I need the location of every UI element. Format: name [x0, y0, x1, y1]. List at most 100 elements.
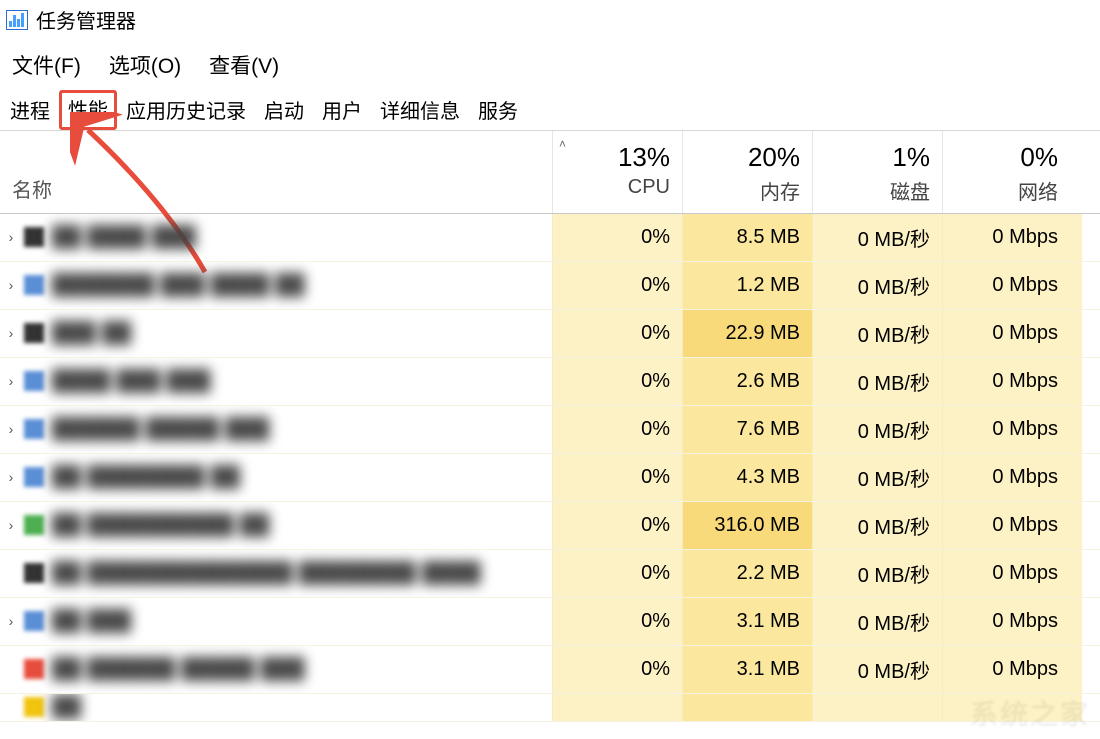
net-cell [942, 694, 1082, 721]
process-name-blurred: ██ ████ ███ [52, 226, 196, 249]
cpu-cell: 0% [552, 646, 682, 693]
disk-cell: 0 MB/秒 [812, 310, 942, 357]
table-row[interactable]: › ██████ █████ ███ 0% 7.6 MB 0 MB/秒 0 Mb… [0, 406, 1100, 454]
process-name-blurred: ██ ██████████████ ████████ ████ [52, 562, 481, 585]
cpu-cell: 0% [552, 550, 682, 597]
table-row[interactable]: › ███ ██ 0% 22.9 MB 0 MB/秒 0 Mbps [0, 310, 1100, 358]
expand-toggle[interactable] [0, 550, 18, 597]
disk-cell: 0 MB/秒 [812, 502, 942, 549]
sort-caret-icon: ˄ [559, 137, 634, 151]
menu-file[interactable]: 文件(F) [12, 50, 81, 80]
disk-cell: 0 MB/秒 [812, 262, 942, 309]
table-row[interactable]: › ████ ███ ███ 0% 2.6 MB 0 MB/秒 0 Mbps [0, 358, 1100, 406]
tab-startup[interactable]: 启动 [255, 90, 313, 130]
mem-label: 内存 [683, 176, 800, 205]
process-name-cell: ██ ██████ █████ ███ [18, 646, 552, 693]
process-name-cell: ██ ████████ ██ [18, 454, 552, 501]
column-memory[interactable]: 20% 内存 [682, 131, 812, 213]
mem-cell: 3.1 MB [682, 646, 812, 693]
cpu-cell: 0% [552, 502, 682, 549]
tabstrip: 进程 性能 应用历史记录 启动 用户 详细信息 服务 [0, 90, 1100, 131]
mem-cell: 1.2 MB [682, 262, 812, 309]
menubar: 文件(F) 选项(O) 查看(V) [0, 38, 1100, 90]
process-icon [24, 563, 44, 583]
expand-toggle[interactable]: › [0, 454, 18, 501]
process-icon [24, 659, 44, 679]
table-row[interactable]: ██ ██████ █████ ███ 0% 3.1 MB 0 MB/秒 0 M… [0, 646, 1100, 694]
expand-toggle[interactable]: › [0, 262, 18, 309]
net-cell: 0 Mbps [942, 310, 1082, 357]
tab-performance[interactable]: 性能 [59, 90, 117, 130]
table-row[interactable]: ██ [0, 694, 1100, 722]
net-cell: 0 Mbps [942, 598, 1082, 645]
tab-app-history[interactable]: 应用历史记录 [117, 90, 255, 130]
table-row[interactable]: › ██ ████ ███ 0% 8.5 MB 0 MB/秒 0 Mbps [0, 214, 1100, 262]
cpu-cell: 0% [552, 406, 682, 453]
net-percent: 0% [943, 143, 1058, 172]
tab-processes[interactable]: 进程 [1, 90, 59, 130]
disk-cell: 0 MB/秒 [812, 406, 942, 453]
mem-cell: 316.0 MB [682, 502, 812, 549]
expand-toggle[interactable] [0, 694, 18, 721]
disk-cell: 0 MB/秒 [812, 358, 942, 405]
disk-percent: 1% [813, 143, 930, 172]
process-name-blurred: ██ ████████ ██ [52, 466, 240, 489]
table-row[interactable]: › ██ ██████████ ██ 0% 316.0 MB 0 MB/秒 0 … [0, 502, 1100, 550]
process-name-blurred: ███ ██ [52, 322, 131, 345]
cpu-cell [552, 694, 682, 721]
process-icon [24, 467, 44, 487]
menu-view[interactable]: 查看(V) [209, 50, 279, 80]
process-icon [24, 611, 44, 631]
process-name-blurred: ██████ █████ ███ [52, 418, 270, 441]
mem-cell: 2.6 MB [682, 358, 812, 405]
cpu-label: CPU [553, 176, 670, 199]
process-name-blurred: ████ ███ ███ [52, 370, 211, 393]
cpu-cell: 0% [552, 454, 682, 501]
column-network[interactable]: 0% 网络 [942, 131, 1082, 213]
process-name-blurred: ███████ ███ ████ ██ [52, 274, 305, 297]
net-cell: 0 Mbps [942, 406, 1082, 453]
process-name-cell: ████ ███ ███ [18, 358, 552, 405]
expand-toggle[interactable]: › [0, 406, 18, 453]
mem-percent: 20% [683, 143, 800, 172]
net-cell: 0 Mbps [942, 646, 1082, 693]
expand-toggle[interactable]: › [0, 598, 18, 645]
process-icon [24, 419, 44, 439]
titlebar: 任务管理器 [0, 0, 1100, 38]
tab-services[interactable]: 服务 [469, 90, 527, 130]
mem-cell: 3.1 MB [682, 598, 812, 645]
column-name-label: 名称 [12, 174, 52, 203]
net-cell: 0 Mbps [942, 454, 1082, 501]
expand-toggle[interactable] [0, 646, 18, 693]
expand-toggle[interactable]: › [0, 502, 18, 549]
expand-toggle[interactable]: › [0, 310, 18, 357]
disk-cell: 0 MB/秒 [812, 214, 942, 261]
net-cell: 0 Mbps [942, 502, 1082, 549]
table-row[interactable]: ██ ██████████████ ████████ ████ 0% 2.2 M… [0, 550, 1100, 598]
process-name-cell: ███████ ███ ████ ██ [18, 262, 552, 309]
process-name-cell: ███ ██ [18, 310, 552, 357]
expand-toggle[interactable]: › [0, 358, 18, 405]
cpu-cell: 0% [552, 310, 682, 357]
process-icon [24, 515, 44, 535]
tab-users[interactable]: 用户 [313, 90, 371, 130]
mem-cell: 22.9 MB [682, 310, 812, 357]
column-disk[interactable]: 1% 磁盘 [812, 131, 942, 213]
table-row[interactable]: › ███████ ███ ████ ██ 0% 1.2 MB 0 MB/秒 0… [0, 262, 1100, 310]
disk-cell [812, 694, 942, 721]
table-row[interactable]: › ██ ████████ ██ 0% 4.3 MB 0 MB/秒 0 Mbps [0, 454, 1100, 502]
expand-toggle[interactable]: › [0, 214, 18, 261]
process-name-cell: ██ ███ [18, 598, 552, 645]
process-name-blurred: ██ ██████ █████ ███ [52, 658, 305, 681]
tab-details[interactable]: 详细信息 [371, 90, 469, 130]
table-row[interactable]: › ██ ███ 0% 3.1 MB 0 MB/秒 0 Mbps [0, 598, 1100, 646]
cpu-cell: 0% [552, 598, 682, 645]
cpu-cell: 0% [552, 358, 682, 405]
column-name[interactable]: 名称 [0, 131, 552, 213]
process-name-cell: ██████ █████ ███ [18, 406, 552, 453]
menu-options[interactable]: 选项(O) [109, 50, 181, 80]
disk-cell: 0 MB/秒 [812, 550, 942, 597]
net-cell: 0 Mbps [942, 358, 1082, 405]
column-cpu[interactable]: ˄ 13% CPU [552, 131, 682, 213]
process-icon [24, 275, 44, 295]
